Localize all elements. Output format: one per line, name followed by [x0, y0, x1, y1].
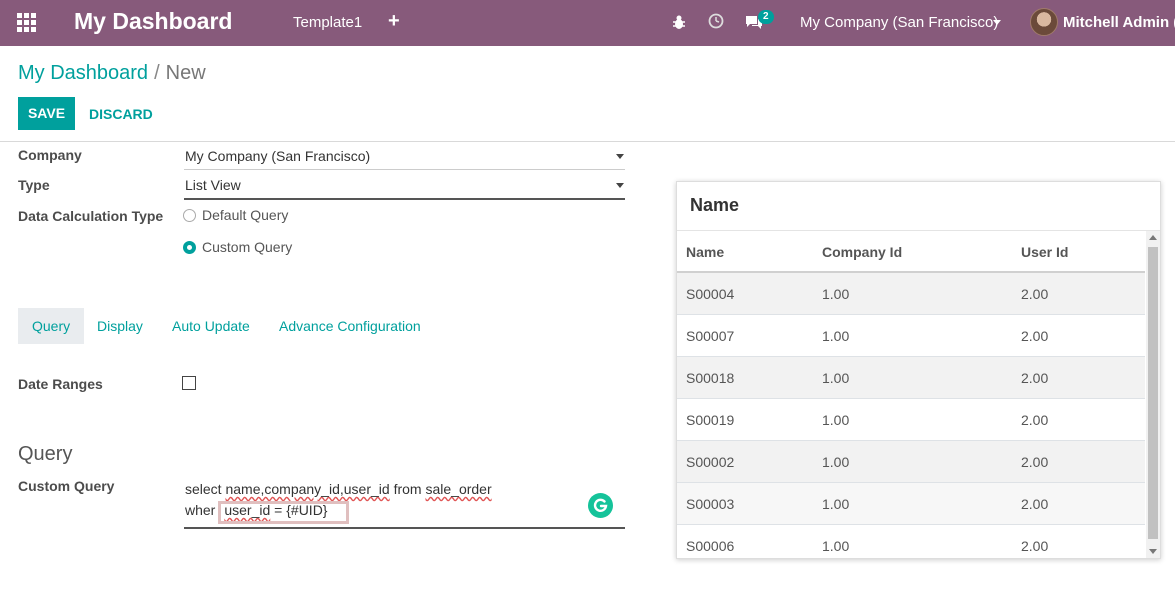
save-button[interactable]: SAVE [18, 97, 75, 130]
table-row[interactable]: S00007 1.00 2.00 [677, 315, 1145, 357]
column-header-user-id[interactable]: User Id [1021, 244, 1068, 260]
type-select[interactable]: List View [184, 174, 625, 198]
query-text-part: wher [185, 502, 216, 518]
cell-name: S00018 [686, 370, 735, 386]
cell-user-id: 2.00 [1021, 538, 1049, 554]
table-row[interactable]: S00002 1.00 2.00 [677, 441, 1145, 483]
avatar[interactable] [1030, 8, 1058, 36]
radio-custom-query-label[interactable]: Custom Query [202, 239, 292, 255]
custom-query-underline [184, 527, 625, 529]
date-ranges-checkbox[interactable] [182, 376, 196, 390]
scroll-thumb[interactable] [1148, 247, 1158, 539]
tab-auto-update[interactable]: Auto Update [172, 308, 250, 344]
preview-panel: Name Name Company Id User Id S00004 1.00… [676, 181, 1161, 559]
bug-icon[interactable] [672, 14, 686, 30]
discard-button[interactable]: DISCARD [89, 106, 153, 122]
scroll-up-icon[interactable] [1149, 235, 1157, 240]
company-select[interactable]: My Company (San Francisco) [184, 145, 625, 169]
query-text-part: sale_order [425, 481, 492, 497]
breadcrumb-separator: / [154, 62, 160, 84]
add-tab-button[interactable]: + [388, 10, 400, 33]
table-row[interactable]: S00019 1.00 2.00 [677, 399, 1145, 441]
custom-query-line1[interactable]: select name,company_id,user_id from sale… [185, 481, 492, 497]
preview-title: Name [690, 195, 740, 215]
cell-name: S00019 [686, 412, 735, 428]
grammarly-icon[interactable] [588, 493, 613, 518]
chat-count-badge: 2 [758, 10, 774, 24]
cell-name: S00004 [686, 286, 735, 302]
cell-user-id: 2.00 [1021, 370, 1049, 386]
tab-query[interactable]: Query [18, 308, 85, 344]
cell-user-id: 2.00 [1021, 496, 1049, 512]
cell-company-id: 1.00 [822, 286, 850, 302]
cell-user-id: 2.00 [1021, 412, 1049, 428]
cell-company-id: 1.00 [822, 412, 850, 428]
cell-name: S00003 [686, 496, 735, 512]
cell-company-id: 1.00 [822, 328, 850, 344]
type-select-value: List View [185, 177, 241, 193]
calc-type-label: Data Calculation Type [18, 208, 164, 224]
company-select-underline [184, 169, 625, 170]
breadcrumb-current: New [165, 62, 206, 84]
cell-company-id: 1.00 [822, 538, 850, 554]
preview-scrollbar[interactable] [1146, 231, 1160, 558]
query-text-part: from [389, 481, 426, 497]
tab-display[interactable]: Display [97, 308, 143, 344]
cell-company-id: 1.00 [822, 454, 850, 470]
apps-grid-icon[interactable] [17, 13, 37, 32]
cell-user-id: 2.00 [1021, 286, 1049, 302]
breadcrumb-parent[interactable]: My Dashboard [18, 62, 148, 84]
radio-default-query[interactable] [183, 209, 196, 222]
app-brand[interactable]: My Dashboard [74, 8, 232, 35]
tab-advance-configuration[interactable]: Advance Configuration [279, 308, 421, 344]
type-select-underline [184, 198, 625, 200]
cell-user-id: 2.00 [1021, 454, 1049, 470]
type-label: Type [18, 177, 50, 193]
query-text-part: select [185, 481, 226, 497]
cell-company-id: 1.00 [822, 370, 850, 386]
scroll-down-icon[interactable] [1149, 549, 1157, 554]
radio-default-query-label[interactable]: Default Query [202, 207, 288, 223]
table-row[interactable]: S00018 1.00 2.00 [677, 357, 1145, 399]
cell-name: S00006 [686, 538, 735, 554]
table-header-row: Name Company Id User Id [677, 231, 1145, 273]
custom-query-label: Custom Query [18, 478, 115, 494]
chevron-down-icon[interactable] [993, 20, 1001, 25]
cell-name: S00007 [686, 328, 735, 344]
column-header-name[interactable]: Name [686, 244, 724, 260]
clock-icon[interactable] [708, 13, 724, 29]
chevron-down-icon [616, 183, 624, 188]
column-header-company-id[interactable]: Company Id [822, 244, 902, 260]
cell-name: S00002 [686, 454, 735, 470]
grammarly-glyph [593, 498, 608, 512]
radio-custom-query[interactable] [183, 241, 196, 254]
company-label: Company [18, 147, 82, 163]
breadcrumb: My Dashboard / New [18, 62, 206, 85]
chevron-down-icon [616, 154, 624, 159]
header-divider [0, 141, 1175, 142]
user-menu[interactable]: Mitchell Admin (o [1063, 14, 1175, 31]
top-navbar: My Dashboard Template1 + 2 My Company (S… [0, 0, 1175, 46]
company-select-value: My Company (San Francisco) [185, 148, 371, 164]
query-text-part: name,company_id,user_id [225, 481, 390, 497]
query-highlight-box [218, 501, 349, 524]
cell-user-id: 2.00 [1021, 328, 1049, 344]
query-section-title: Query [18, 443, 73, 465]
nav-tab-template1[interactable]: Template1 [293, 14, 362, 31]
date-ranges-label: Date Ranges [18, 376, 103, 392]
table-row[interactable]: S00003 1.00 2.00 [677, 483, 1145, 525]
table-row[interactable]: S00006 1.00 2.00 [677, 525, 1145, 558]
table-row[interactable]: S00004 1.00 2.00 [677, 273, 1145, 315]
company-switcher[interactable]: My Company (San Francisco) [800, 14, 998, 31]
preview-table: Name Company Id User Id S00004 1.00 2.00… [677, 231, 1145, 558]
cell-company-id: 1.00 [822, 496, 850, 512]
